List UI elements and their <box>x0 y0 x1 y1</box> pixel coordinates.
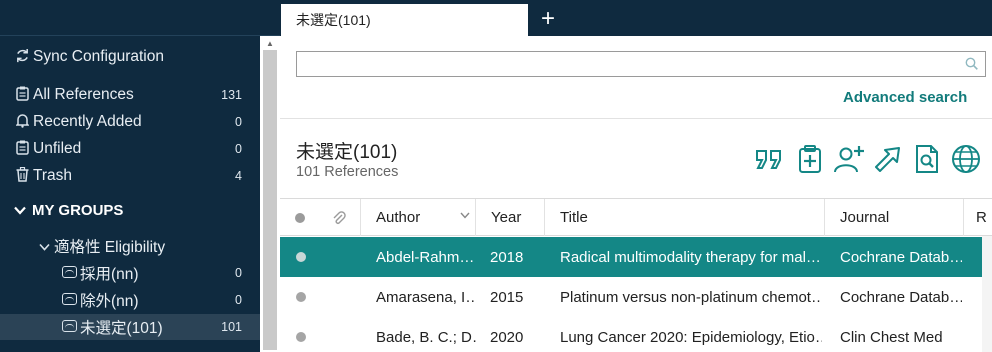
column-header-read-status[interactable] <box>280 199 316 236</box>
column-header-journal[interactable]: Journal <box>824 199 964 236</box>
bell-icon <box>14 113 30 131</box>
trash-icon <box>14 166 30 185</box>
scroll-up-arrow-icon[interactable]: ▲ <box>260 36 280 50</box>
column-header-label: Author <box>376 209 421 226</box>
sidebar-item-count: 101 <box>221 320 242 334</box>
chevron-down-icon <box>14 204 26 218</box>
collection-title: 未選定(101) <box>296 142 398 163</box>
sidebar-item-label: 未選定(101) <box>80 320 163 337</box>
sidebar-item-all-references[interactable]: All References 131 <box>0 82 260 108</box>
clipboard-icon <box>14 140 30 158</box>
column-header-title[interactable]: Title <box>544 199 825 236</box>
collection-reference-count: 101 References <box>296 164 399 180</box>
journal-cell: Clin Chest Med <box>840 328 943 346</box>
table-row[interactable]: Amarasena, I… 2015 Platinum versus non-p… <box>280 277 992 317</box>
my-groups-label: MY GROUPS <box>32 202 124 219</box>
table-row[interactable]: Abdel-Rahm… 2018 Radical multimodality t… <box>280 237 992 277</box>
journal-cell: Cochrane Datab… <box>840 248 962 266</box>
title-cell: Lung Cancer 2020: Epidemiology, Etio… <box>560 328 822 346</box>
sidebar-group-eligibility[interactable]: 適格性 Eligibility <box>0 233 260 259</box>
sidebar-item-count: 0 <box>235 142 242 156</box>
column-header-author[interactable]: Author <box>360 199 476 236</box>
sidebar-item-count: 0 <box>235 115 242 129</box>
column-header-label: Title <box>560 209 588 226</box>
add-tab-button[interactable]: + <box>536 6 560 32</box>
table-scrollbar[interactable] <box>982 236 992 352</box>
chevron-down-icon <box>38 238 50 254</box>
read-status-dot-icon <box>296 332 306 342</box>
add-user-icon[interactable] <box>832 141 866 177</box>
sidebar-item-count: 4 <box>235 169 242 183</box>
search-icon[interactable] <box>965 57 978 70</box>
sidebar-item-label: All References <box>33 86 134 103</box>
paperclip-icon <box>333 210 346 224</box>
table-header: Author Year Title Journal R <box>280 198 992 236</box>
sync-icon <box>14 48 30 66</box>
journal-cell: Cochrane Datab… <box>840 288 962 306</box>
column-header-r[interactable]: R <box>963 199 992 236</box>
sidebar-item-label: Trash <box>33 167 73 184</box>
sidebar-top-bar <box>0 0 280 36</box>
clipboard-icon <box>14 86 30 104</box>
sidebar-item-label: 採用(nn) <box>80 266 139 283</box>
group-box-icon <box>61 319 78 335</box>
column-header-year[interactable]: Year <box>475 199 545 236</box>
tab-label: 未選定(101) <box>296 12 371 28</box>
read-status-dot-icon <box>296 252 306 262</box>
sync-configuration-button[interactable]: Sync Configuration <box>0 44 260 70</box>
author-cell: Amarasena, I… <box>376 288 476 306</box>
group-box-icon <box>61 292 78 308</box>
table-row[interactable]: Bade, B. C.; D… 2020 Lung Cancer 2020: E… <box>280 317 992 352</box>
sidebar-item-unselected[interactable]: 未選定(101) 101 <box>0 314 260 340</box>
search-input[interactable] <box>297 52 985 76</box>
author-cell: Abdel-Rahm… <box>376 248 475 266</box>
year-cell: 2018 <box>490 248 524 266</box>
search-box <box>296 51 986 77</box>
add-to-clipboard-icon[interactable] <box>793 141 827 177</box>
sidebar-item-excluded[interactable]: 除外(nn) 0 <box>0 287 260 313</box>
find-pdf-icon[interactable] <box>910 141 944 177</box>
sidebar-group-label: 適格性 Eligibility <box>54 239 166 256</box>
sidebar-item-label: Unfiled <box>33 140 82 157</box>
group-box-icon <box>61 265 78 281</box>
read-status-cell <box>296 317 316 352</box>
title-cell: Radical multimodality therapy for mal… <box>560 248 821 266</box>
sidebar-item-label: 除外(nn) <box>80 293 139 310</box>
year-cell: 2015 <box>490 288 524 306</box>
read-status-cell <box>296 237 316 277</box>
share-export-icon[interactable] <box>871 141 905 177</box>
tab-unselected[interactable]: 未選定(101) <box>281 4 528 36</box>
sidebar-item-recently-added[interactable]: Recently Added 0 <box>0 109 260 135</box>
column-header-label: R <box>976 209 987 226</box>
author-cell: Bade, B. C.; D… <box>376 328 476 346</box>
sidebar-item-count: 0 <box>235 293 242 307</box>
column-header-label: Year <box>491 209 522 226</box>
my-groups-heading[interactable]: MY GROUPS <box>14 202 123 219</box>
tab-bar: 未選定(101) + <box>280 0 992 36</box>
sidebar-scrollbar-thumb[interactable] <box>263 50 277 350</box>
sidebar-item-count: 131 <box>221 88 242 102</box>
sidebar-item-unfiled[interactable]: Unfiled 0 <box>0 136 260 162</box>
sidebar: Sync Configuration All References 131 Re… <box>0 0 280 352</box>
read-status-dot-icon <box>296 292 306 302</box>
read-status-dot-icon <box>295 212 305 223</box>
read-status-cell <box>296 277 316 317</box>
sync-configuration-label: Sync Configuration <box>33 48 164 65</box>
sidebar-item-count: 0 <box>235 266 242 280</box>
sort-chevron-down-icon <box>460 211 470 222</box>
online-search-globe-icon[interactable] <box>949 141 983 177</box>
title-cell: Platinum versus non-platinum chemot… <box>560 288 822 306</box>
sidebar-item-trash[interactable]: Trash 4 <box>0 163 260 189</box>
advanced-search-link[interactable]: Advanced search <box>843 89 967 106</box>
year-cell: 2020 <box>490 328 524 346</box>
column-header-label: Journal <box>840 209 890 226</box>
cite-quote-icon[interactable] <box>752 141 786 177</box>
sidebar-item-included[interactable]: 採用(nn) 0 <box>0 260 260 286</box>
divider <box>280 118 992 119</box>
sidebar-item-label: Recently Added <box>33 113 142 130</box>
sidebar-scrollbar[interactable]: ▲ <box>260 36 280 352</box>
column-header-attachment[interactable] <box>320 199 360 236</box>
